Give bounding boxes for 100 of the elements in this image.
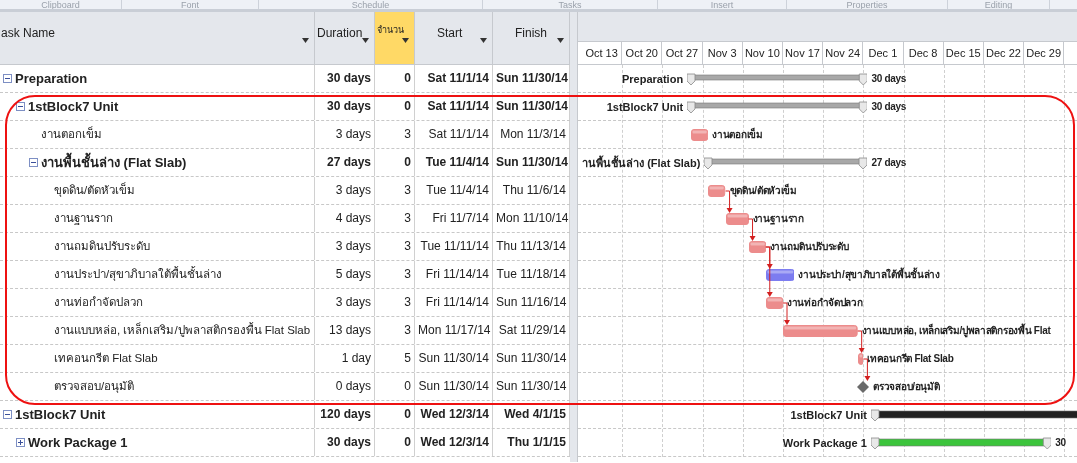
table-cell: 0	[375, 93, 415, 120]
ribbon-group-label: Tasks	[483, 0, 658, 9]
timescale-label: Oct 20	[622, 42, 663, 64]
duration-cell: 4 days	[315, 205, 375, 232]
bar-label: 30 days	[871, 72, 906, 86]
collapse-icon[interactable]	[3, 74, 12, 83]
collapse-icon[interactable]	[29, 158, 38, 167]
column-header[interactable]: ask Name	[0, 12, 315, 64]
timescale-label: Dec 15	[943, 42, 984, 64]
expand-icon[interactable]	[16, 438, 25, 447]
duration-cell: 1 day	[315, 345, 375, 372]
dropdown-icon[interactable]	[362, 38, 369, 43]
timescale-label: Dec 1	[863, 42, 904, 64]
table-cell: 0	[375, 373, 415, 400]
start-date-cell: Tue 11/4/14	[415, 177, 493, 204]
timescale-label: Oct 13	[582, 42, 623, 64]
task-name-cell-text: 1stBlock7 Unit	[28, 97, 119, 116]
duration-cell: 13 days	[315, 317, 375, 344]
task-name-cell-text: Work Package 1	[28, 433, 128, 452]
table-cell: 3	[375, 317, 415, 344]
timescale-label: Nov 17	[782, 42, 824, 64]
duration-cell: 30 days	[315, 93, 375, 120]
ribbon-group-label: Clipboard	[0, 0, 122, 9]
column-header[interactable]: Start	[415, 12, 493, 64]
timescale-label: Dec 29	[1024, 42, 1065, 64]
duration-cell: 3 days	[315, 233, 375, 260]
task-name-cell-text: งานถมดินปรับระดับ	[54, 238, 150, 254]
bar-label: เทคอนกรีต Flat Slab	[867, 352, 954, 366]
start-date-cell: Sun 11/30/14	[415, 345, 493, 372]
start-date-cell: Tue 11/11/14	[415, 233, 493, 260]
table-cell: 0	[375, 149, 415, 176]
bar-label: งานท่อกำจัดปลวก	[787, 296, 863, 310]
table-cell: 3	[375, 289, 415, 316]
task-name-cell-text: ตรวจสอบ/อนุมัติ	[54, 378, 135, 395]
duration-cell: 3 days	[315, 177, 375, 204]
bar-label: งานแบบหล่อ, เหล็กเสริม/ปูพลาสติกรองพื้น Flat	[861, 323, 1051, 339]
duration-cell: 3 days	[315, 121, 375, 148]
table-cell: 0	[375, 401, 415, 428]
start-date-cell: Sat 11/1/14	[415, 121, 493, 148]
bar-label: Work Package 1	[782, 436, 867, 451]
timescale-label: Nov 3	[702, 42, 743, 64]
start-date-cell: Fri 11/7/14	[415, 205, 493, 232]
table-cell: 3	[375, 205, 415, 232]
task-name-cell-text: 1stBlock7 Unit	[15, 405, 106, 424]
table-cell: 5	[375, 345, 415, 372]
ribbon-group-label: Insert	[658, 0, 787, 9]
task-name-cell-text: งานตอกเข็ม	[41, 125, 102, 142]
bar-label: ตรวจสอบ/อนุมัติ	[873, 380, 940, 395]
start-date-cell: Sat 11/1/14	[415, 65, 493, 92]
timescale-label: Dec 22	[983, 42, 1025, 64]
table-cell: 3	[375, 261, 415, 288]
start-date-cell: Fri 11/14/14	[415, 289, 493, 316]
start-date-cell: Sat 11/1/14	[415, 93, 493, 120]
timescale-label: Nov 24	[823, 42, 864, 64]
bar-label: านพื้นชั้นล่าง (Flat Slab)	[582, 155, 701, 171]
task-name-cell-text: งานท่อกำจัดปลวก	[54, 294, 143, 310]
duration-cell: 0 days	[315, 373, 375, 400]
bar-label: 27 days	[871, 156, 906, 170]
timescale-label: Nov 10	[742, 42, 783, 64]
start-date-cell: Tue 11/4/14	[415, 149, 493, 176]
column-header[interactable]: จำนวน	[375, 12, 415, 64]
duration-cell: 27 days	[315, 149, 375, 176]
table-cell: 0	[375, 429, 415, 456]
ribbon-group-label: Font	[122, 0, 259, 9]
timescale-label: Dec 8	[903, 42, 944, 64]
duration-cell: 5 days	[315, 261, 375, 288]
collapse-icon[interactable]	[16, 102, 25, 111]
task-name-cell-text: งานฐานราก	[54, 210, 113, 227]
table-cell: 3	[375, 177, 415, 204]
duration-cell: 30 days	[315, 65, 375, 92]
task-name-cell-text: Preparation	[15, 69, 88, 88]
bar-label: ขุดดิน/ตัดหัวเข็ม	[729, 183, 797, 199]
task-name-cell-text: งานพื้นชั้นล่าง (Flat Slab)	[41, 152, 187, 172]
start-date-cell: Wed 12/3/14	[415, 429, 493, 456]
bar-label: งานตอกเข็ม	[712, 127, 763, 142]
bar-label: 30	[1055, 436, 1066, 450]
collapse-icon[interactable]	[3, 410, 12, 419]
task-name-cell-text: งานแบบหล่อ, เหล็กเสริม/ปูพลาสติกรองพื้น Flat Slab	[54, 321, 311, 339]
ribbon-group-label: Editing	[948, 0, 1050, 9]
duration-cell: 30 days	[315, 429, 375, 456]
table-cell: 3	[375, 233, 415, 260]
task-name-cell-text: ขุดดิน/ตัดหัวเข็ม	[54, 181, 136, 199]
start-date-cell: Fri 11/14/14	[415, 261, 493, 288]
dropdown-icon[interactable]	[402, 38, 409, 43]
start-date-cell: Mon 11/17/14	[415, 317, 493, 344]
task-name-cell-text: งานประปา/สุขาภิบาลใต้พื้นชั้นล่าง	[54, 265, 223, 283]
bar-label: 1stBlock7 Unit	[606, 100, 684, 115]
bar-label: 30 days	[871, 100, 906, 114]
duration-cell: 3 days	[315, 289, 375, 316]
bar-label: งานประปา/สุขาภิบาลใต้พื้นชั้นล่าง	[798, 267, 940, 283]
bar-label: 1stBlock7 Unit	[790, 408, 867, 423]
dropdown-icon[interactable]	[480, 38, 487, 43]
table-cell: 0	[375, 65, 415, 92]
task-name-cell-text: เทคอนกรีต Flat Slab	[54, 350, 158, 366]
dropdown-icon[interactable]	[557, 38, 564, 43]
bar-label: Preparation	[622, 72, 684, 87]
bar-label: งานถมดินปรับระดับ	[769, 240, 849, 254]
dropdown-icon[interactable]	[302, 38, 309, 43]
table-cell: 3	[375, 121, 415, 148]
start-date-cell: Sun 11/30/14	[415, 373, 493, 400]
